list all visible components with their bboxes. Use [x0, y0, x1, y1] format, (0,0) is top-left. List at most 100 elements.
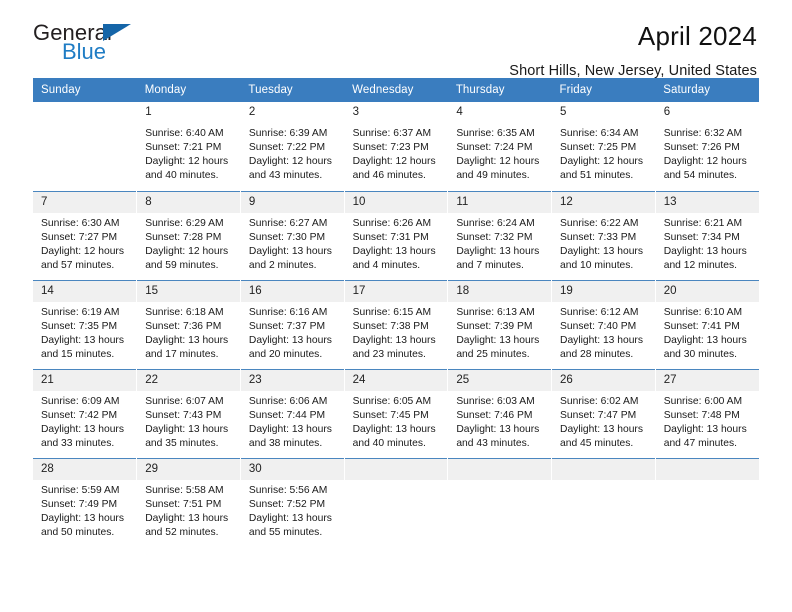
calendar-day-cell[interactable]: 5 Sunrise: 6:34 AM Sunset: 7:25 PM Daylig… [551, 102, 656, 191]
calendar-day-cell[interactable]: 25 Sunrise: 6:03 AM Sunset: 7:46 PM Dayli… [447, 368, 553, 458]
day-number: 15 [137, 280, 240, 302]
day-sun-info: Sunrise: 6:22 AM Sunset: 7:33 PM Dayligh… [560, 217, 644, 271]
day-sun-info: Sunrise: 6:21 AM Sunset: 7:34 PM Dayligh… [663, 217, 747, 271]
day-number: 17 [344, 280, 448, 302]
weekday-header-saturday: Saturday [655, 78, 759, 102]
day-sun-info: Sunrise: 6:07 AM Sunset: 7:43 PM Dayligh… [145, 395, 229, 449]
day-number: 24 [344, 369, 448, 391]
calendar-day-cell[interactable]: 26 Sunrise: 6:02 AM Sunset: 7:47 PM Dayli… [551, 368, 656, 458]
calendar-day-cell[interactable]: 18 Sunrise: 6:13 AM Sunset: 7:39 PM Dayli… [447, 279, 553, 369]
calendar-day-cell[interactable]: 14 Sunrise: 6:19 AM Sunset: 7:35 PM Dayli… [33, 279, 138, 369]
calendar-week-row: 28 Sunrise: 5:59 AM Sunset: 7:49 PM Dayli… [33, 457, 759, 547]
day-number: 8 [137, 191, 240, 213]
calendar-empty-cell [447, 457, 553, 547]
calendar-day-cell[interactable]: 1 Sunrise: 6:40 AM Sunset: 7:21 PM Daylig… [136, 102, 241, 191]
day-number: 21 [33, 369, 137, 391]
day-number: 10 [344, 191, 448, 213]
day-number: 28 [33, 458, 137, 480]
day-sun-info: Sunrise: 6:00 AM Sunset: 7:48 PM Dayligh… [663, 395, 747, 449]
day-number: 4 [448, 102, 552, 123]
calendar-day-cell[interactable]: 16 Sunrise: 6:16 AM Sunset: 7:37 PM Dayli… [240, 279, 345, 369]
calendar-day-cell[interactable]: 28 Sunrise: 5:59 AM Sunset: 7:49 PM Dayli… [33, 457, 138, 547]
calendar-day-cell[interactable]: 24 Sunrise: 6:05 AM Sunset: 7:45 PM Dayli… [344, 368, 449, 458]
day-sun-info: Sunrise: 6:39 AM Sunset: 7:22 PM Dayligh… [248, 128, 332, 182]
calendar-day-cell[interactable]: 10 Sunrise: 6:26 AM Sunset: 7:31 PM Dayli… [344, 190, 449, 280]
weekday-header-thursday: Thursday [447, 78, 552, 102]
day-number: 16 [240, 280, 344, 302]
triangle-icon [103, 24, 131, 41]
day-number: 20 [655, 280, 759, 302]
day-sun-info: Sunrise: 6:18 AM Sunset: 7:36 PM Dayligh… [145, 306, 229, 360]
day-sun-info [656, 480, 759, 484]
calendar-day-cell[interactable]: 19 Sunrise: 6:12 AM Sunset: 7:40 PM Dayli… [551, 279, 656, 369]
day-sun-info: Sunrise: 6:29 AM Sunset: 7:28 PM Dayligh… [145, 217, 229, 271]
page-title: April 2024 [637, 21, 757, 51]
calendar-day-cell[interactable]: 6 Sunrise: 6:32 AM Sunset: 7:26 PM Daylig… [655, 102, 759, 191]
weekday-header-wednesday: Wednesday [344, 78, 448, 102]
day-number: 7 [33, 191, 137, 213]
day-number [448, 458, 552, 480]
calendar-empty-cell [551, 457, 656, 547]
day-number [344, 458, 448, 480]
day-sun-info [345, 480, 448, 484]
day-sun-info: Sunrise: 6:35 AM Sunset: 7:24 PM Dayligh… [456, 128, 540, 182]
day-sun-info: Sunrise: 6:16 AM Sunset: 7:37 PM Dayligh… [248, 306, 332, 360]
weekday-header-sunday: Sunday [33, 78, 137, 102]
day-sun-info: Sunrise: 6:03 AM Sunset: 7:46 PM Dayligh… [456, 395, 540, 449]
calendar-day-cell[interactable]: 9 Sunrise: 6:27 AM Sunset: 7:30 PM Daylig… [240, 190, 345, 280]
weekday-header-monday: Monday [136, 78, 241, 102]
calendar-day-cell[interactable]: 27 Sunrise: 6:00 AM Sunset: 7:48 PM Dayli… [655, 368, 759, 458]
weekday-header-tuesday: Tuesday [240, 78, 345, 102]
calendar-head: Sunday Monday Tuesday Wednesday Thursday… [33, 78, 759, 102]
calendar-day-cell[interactable]: 13 Sunrise: 6:21 AM Sunset: 7:34 PM Dayli… [655, 190, 759, 280]
day-sun-info: Sunrise: 5:59 AM Sunset: 7:49 PM Dayligh… [41, 484, 124, 538]
day-number: 19 [552, 280, 655, 302]
day-sun-info [552, 480, 655, 484]
calendar-empty-cell [655, 457, 759, 547]
brand-logo[interactable]: General Blue [33, 22, 153, 70]
title-block: April 2024 Short Hills, New Jersey, Unit… [509, 21, 759, 79]
weekday-header-friday: Friday [551, 78, 656, 102]
weekday-header-row: Sunday Monday Tuesday Wednesday Thursday… [33, 78, 759, 102]
day-sun-info: Sunrise: 6:06 AM Sunset: 7:44 PM Dayligh… [248, 395, 332, 449]
calendar-day-cell[interactable]: 29 Sunrise: 5:58 AM Sunset: 7:51 PM Dayli… [136, 457, 241, 547]
day-number: 30 [240, 458, 344, 480]
day-number [655, 458, 759, 480]
calendar-day-cell[interactable]: 12 Sunrise: 6:22 AM Sunset: 7:33 PM Dayli… [551, 190, 656, 280]
calendar-day-cell[interactable]: 15 Sunrise: 6:18 AM Sunset: 7:36 PM Dayli… [136, 279, 241, 369]
day-number: 26 [552, 369, 655, 391]
day-number: 5 [552, 102, 655, 123]
day-sun-info: Sunrise: 5:56 AM Sunset: 7:52 PM Dayligh… [248, 484, 332, 538]
calendar-week-row: 21 Sunrise: 6:09 AM Sunset: 7:42 PM Dayli… [33, 368, 759, 458]
day-sun-info: Sunrise: 6:30 AM Sunset: 7:27 PM Dayligh… [41, 217, 124, 271]
calendar-day-cell[interactable]: 11 Sunrise: 6:24 AM Sunset: 7:32 PM Dayli… [447, 190, 553, 280]
calendar-day-cell[interactable]: 20 Sunrise: 6:10 AM Sunset: 7:41 PM Dayli… [655, 279, 759, 369]
day-number [552, 458, 655, 480]
calendar-day-cell[interactable]: 4 Sunrise: 6:35 AM Sunset: 7:24 PM Daylig… [447, 102, 553, 191]
calendar-day-cell[interactable]: 23 Sunrise: 6:06 AM Sunset: 7:44 PM Dayli… [240, 368, 345, 458]
calendar-day-cell[interactable]: 30 Sunrise: 5:56 AM Sunset: 7:52 PM Dayli… [240, 457, 345, 547]
calendar-day-cell[interactable]: 3 Sunrise: 6:37 AM Sunset: 7:23 PM Daylig… [344, 102, 449, 191]
page-subtitle: Short Hills, New Jersey, United States [509, 62, 757, 79]
calendar-day-cell[interactable]: 21 Sunrise: 6:09 AM Sunset: 7:42 PM Dayli… [33, 368, 138, 458]
day-sun-info [448, 480, 551, 484]
day-sun-info: Sunrise: 6:09 AM Sunset: 7:42 PM Dayligh… [41, 395, 124, 449]
calendar-day-cell[interactable]: 22 Sunrise: 6:07 AM Sunset: 7:43 PM Dayli… [136, 368, 241, 458]
day-sun-info: Sunrise: 6:10 AM Sunset: 7:41 PM Dayligh… [663, 306, 747, 360]
calendar-table: Sunday Monday Tuesday Wednesday Thursday… [33, 78, 759, 547]
calendar-empty-cell [344, 457, 449, 547]
calendar-week-row: 14 Sunrise: 6:19 AM Sunset: 7:35 PM Dayli… [33, 279, 759, 369]
calendar-day-cell[interactable]: 2 Sunrise: 6:39 AM Sunset: 7:22 PM Daylig… [240, 102, 345, 191]
day-sun-info: Sunrise: 6:37 AM Sunset: 7:23 PM Dayligh… [352, 128, 436, 182]
day-number: 14 [33, 280, 137, 302]
calendar-day-cell[interactable]: 8 Sunrise: 6:29 AM Sunset: 7:28 PM Daylig… [136, 190, 241, 280]
day-number: 25 [448, 369, 552, 391]
day-number: 18 [448, 280, 552, 302]
calendar-day-cell[interactable]: 7 Sunrise: 6:30 AM Sunset: 7:27 PM Daylig… [33, 190, 138, 280]
day-number: 27 [655, 369, 759, 391]
calendar-day-cell[interactable]: 17 Sunrise: 6:15 AM Sunset: 7:38 PM Dayli… [344, 279, 449, 369]
day-sun-info: Sunrise: 6:32 AM Sunset: 7:26 PM Dayligh… [663, 128, 747, 182]
day-number: 2 [240, 102, 344, 123]
day-sun-info: Sunrise: 6:40 AM Sunset: 7:21 PM Dayligh… [145, 128, 229, 182]
calendar-week-row: 7 Sunrise: 6:30 AM Sunset: 7:27 PM Daylig… [33, 190, 759, 280]
